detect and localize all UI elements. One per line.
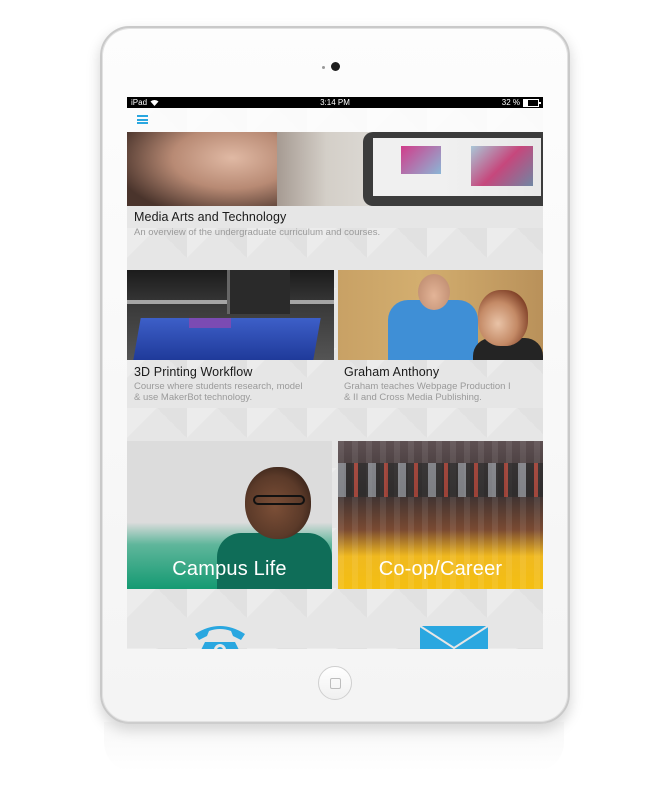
student-head bbox=[478, 290, 528, 346]
battery-level bbox=[524, 99, 529, 106]
mail-icon[interactable] bbox=[420, 626, 488, 649]
printer-head bbox=[227, 270, 290, 314]
ambient-sensor bbox=[322, 66, 325, 69]
app-content: Media Arts and Technology An overview of… bbox=[127, 108, 543, 649]
campus-life-tile[interactable]: Campus Life bbox=[127, 441, 332, 589]
monitor bbox=[363, 132, 543, 206]
graham-anthony-title[interactable]: Graham Anthony bbox=[344, 365, 439, 380]
nav-bar bbox=[127, 108, 543, 132]
graham-anthony-description-line2: & II and Cross Media Publishing. bbox=[344, 392, 482, 403]
3d-printing-title[interactable]: 3D Printing Workflow bbox=[134, 365, 252, 380]
career-fair-booths bbox=[338, 463, 543, 497]
status-right: 32 % bbox=[501, 97, 541, 108]
3d-printing-description-line1: Course where students research, model bbox=[134, 381, 303, 392]
battery-icon bbox=[523, 98, 541, 107]
graham-anthony-image[interactable] bbox=[338, 270, 543, 360]
battery-tip bbox=[539, 101, 541, 104]
ipad-screen: iPad 3:14 PM 32 % Media Arts and Technol… bbox=[127, 97, 543, 649]
battery-percent: 32 % bbox=[501, 98, 520, 107]
phone-icon[interactable] bbox=[191, 620, 249, 649]
3d-printing-description-line2: & use MakerBot technology. bbox=[134, 392, 253, 403]
campus-life-label: Campus Life bbox=[172, 558, 287, 580]
home-button[interactable] bbox=[318, 666, 352, 700]
graham-head bbox=[418, 274, 450, 310]
graham-anthony-description-line1: Graham teaches Webpage Production I bbox=[344, 381, 511, 392]
media-arts-image[interactable] bbox=[127, 132, 543, 206]
glasses bbox=[253, 495, 305, 505]
screen-photo bbox=[401, 146, 441, 174]
status-bar: iPad 3:14 PM 32 % bbox=[127, 97, 543, 108]
coop-career-label: Co-op/Career bbox=[378, 558, 503, 580]
ipad-reflection bbox=[104, 722, 564, 772]
media-arts-title[interactable]: Media Arts and Technology bbox=[134, 210, 286, 225]
student-face bbox=[127, 132, 277, 206]
hamburger-menu-icon[interactable] bbox=[137, 115, 148, 124]
screen-photo bbox=[471, 146, 533, 186]
home-button-icon bbox=[330, 678, 341, 689]
status-time: 3:14 PM bbox=[320, 98, 350, 107]
monitor-screen bbox=[373, 138, 541, 196]
media-arts-description: An overview of the undergraduate curricu… bbox=[134, 227, 381, 238]
3d-printing-image[interactable] bbox=[127, 270, 334, 360]
front-camera bbox=[331, 62, 340, 71]
printed-part bbox=[189, 318, 231, 328]
coop-career-tile[interactable]: Co-op/Career bbox=[338, 441, 543, 589]
